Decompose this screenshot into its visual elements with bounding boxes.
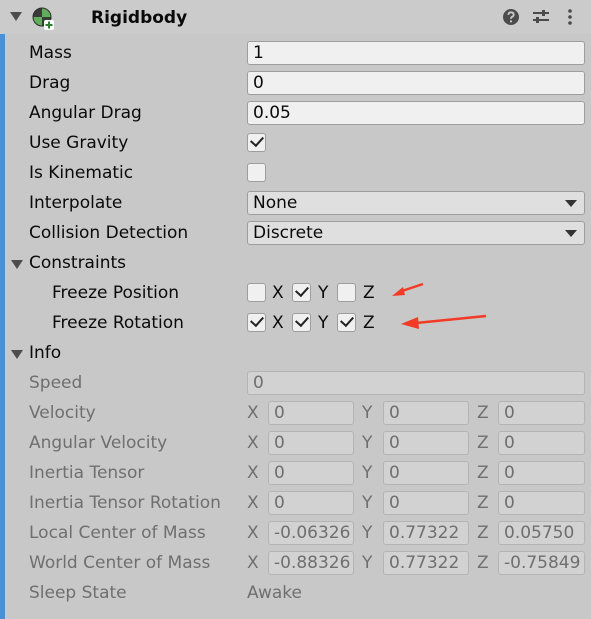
velocity-x-field: 0	[268, 401, 354, 425]
angular-velocity-y-field: 0	[383, 431, 469, 455]
foldout-triangle-icon[interactable]	[10, 12, 22, 21]
velocity-z-field: 0	[498, 401, 585, 425]
checkmark-icon	[250, 312, 264, 328]
angular-velocity-z-field: 0	[498, 431, 585, 455]
component-title: Rigidbody	[91, 8, 188, 28]
collision-detection-label: Collision Detection	[29, 223, 189, 243]
local-center-of-mass-label: Local Center of Mass	[29, 523, 206, 543]
component-header[interactable]: Rigidbody	[0, 0, 591, 34]
inertia-tensor-rotation-x-label: X	[247, 493, 259, 513]
velocity-label: Velocity	[29, 403, 96, 423]
checkmark-icon	[295, 312, 309, 328]
freeze-rotation-x-label: X	[272, 313, 284, 333]
help-icon[interactable]	[502, 8, 520, 26]
world-center-of-mass-x-label: X	[247, 553, 259, 573]
freeze-position-x-checkbox[interactable]	[247, 283, 266, 302]
red-arrow-annotation-icon	[391, 282, 427, 300]
interpolate-dropdown[interactable]: None	[247, 191, 585, 215]
context-menu-icon[interactable]	[565, 8, 575, 26]
sleep-state-value: Awake	[247, 583, 302, 603]
modified-indicator-bar	[0, 34, 5, 619]
freeze-position-x-label: X	[272, 283, 284, 303]
checkmark-icon	[295, 282, 309, 298]
drag-label: Drag	[29, 73, 71, 93]
mass-label: Mass	[29, 43, 72, 63]
local-center-of-mass-y-label: Y	[362, 523, 373, 543]
freeze-rotation-x-checkbox[interactable]	[247, 312, 266, 332]
checkmark-icon	[340, 312, 354, 328]
info-foldout-icon[interactable]	[11, 350, 23, 359]
world-center-of-mass-z-field: -0.75849	[498, 551, 585, 575]
angular-velocity-label: Angular Velocity	[29, 433, 168, 453]
freeze-position-label: Freeze Position	[52, 283, 180, 303]
inertia-tensor-rotation-z-field: 0	[498, 491, 585, 515]
red-arrow-annotation-icon	[400, 312, 490, 332]
angular-velocity-x-label: X	[247, 433, 259, 453]
freeze-rotation-z-label: Z	[363, 313, 375, 333]
local-center-of-mass-z-label: Z	[477, 523, 489, 543]
checkmark-icon	[250, 132, 264, 148]
freeze-position-y-label: Y	[318, 283, 329, 303]
velocity-x-label: X	[247, 403, 259, 423]
interpolate-value: None	[253, 193, 298, 213]
mass-field[interactable]: 1	[247, 41, 585, 65]
world-center-of-mass-y-label: Y	[362, 553, 373, 573]
freeze-rotation-label: Freeze Rotation	[52, 313, 184, 333]
use-gravity-checkbox[interactable]	[247, 132, 266, 152]
info-label[interactable]: Info	[29, 338, 61, 368]
is-kinematic-label: Is Kinematic	[29, 163, 134, 183]
local-center-of-mass-x-label: X	[247, 523, 259, 543]
world-center-of-mass-x-field: -0.88326	[268, 551, 354, 575]
sleep-state-label: Sleep State	[29, 583, 127, 603]
local-center-of-mass-x-field: -0.06326	[268, 521, 354, 545]
interpolate-label: Interpolate	[29, 193, 123, 213]
drag-field[interactable]: 0	[247, 71, 585, 95]
freeze-rotation-z-checkbox[interactable]	[337, 312, 356, 332]
collision-detection-dropdown[interactable]: Discrete	[247, 221, 585, 245]
angular-drag-label: Angular Drag	[29, 103, 142, 123]
inertia-tensor-label: Inertia Tensor	[29, 463, 145, 483]
inertia-tensor-rotation-y-field: 0	[383, 491, 469, 515]
local-center-of-mass-y-field: 0.77322	[383, 521, 469, 545]
use-gravity-label: Use Gravity	[29, 133, 129, 153]
chevron-down-icon	[565, 200, 577, 207]
collision-detection-value: Discrete	[253, 223, 324, 243]
speed-label: Speed	[29, 373, 83, 393]
freeze-position-z-checkbox[interactable]	[337, 283, 356, 302]
inertia-tensor-z-field: 0	[498, 461, 585, 485]
inertia-tensor-x-field: 0	[268, 461, 354, 485]
is-kinematic-checkbox[interactable]	[247, 163, 266, 182]
freeze-position-y-checkbox[interactable]	[292, 282, 311, 302]
rigidbody-icon	[31, 6, 55, 30]
velocity-z-label: Z	[477, 403, 489, 423]
constraints-label[interactable]: Constraints	[29, 248, 126, 278]
world-center-of-mass-z-label: Z	[477, 553, 489, 573]
inertia-tensor-rotation-x-field: 0	[268, 491, 354, 515]
speed-field: 0	[247, 371, 585, 395]
world-center-of-mass-y-field: 0.77322	[383, 551, 469, 575]
velocity-y-label: Y	[362, 403, 373, 423]
presets-sliders-icon[interactable]	[531, 8, 551, 26]
velocity-y-field: 0	[383, 401, 469, 425]
inertia-tensor-x-label: X	[247, 463, 259, 483]
inertia-tensor-y-label: Y	[362, 463, 373, 483]
angular-velocity-z-label: Z	[477, 433, 489, 453]
freeze-position-z-label: Z	[363, 283, 375, 303]
inertia-tensor-z-label: Z	[477, 463, 489, 483]
rigidbody-inspector-panel: Rigidbody Mass 1 Drag 0 Angular Drag 0.0…	[0, 0, 591, 619]
freeze-rotation-y-label: Y	[318, 313, 329, 333]
chevron-down-icon	[565, 230, 577, 237]
inertia-tensor-y-field: 0	[383, 461, 469, 485]
angular-velocity-x-field: 0	[268, 431, 354, 455]
constraints-foldout-icon[interactable]	[11, 260, 23, 269]
inertia-tensor-rotation-y-label: Y	[362, 493, 373, 513]
freeze-rotation-y-checkbox[interactable]	[292, 312, 311, 332]
inertia-tensor-rotation-z-label: Z	[477, 493, 489, 513]
local-center-of-mass-z-field: 0.05750	[498, 521, 585, 545]
angular-drag-field[interactable]: 0.05	[247, 101, 585, 125]
inertia-tensor-rotation-label: Inertia Tensor Rotation	[29, 493, 221, 513]
angular-velocity-y-label: Y	[362, 433, 373, 453]
world-center-of-mass-label: World Center of Mass	[29, 553, 211, 573]
